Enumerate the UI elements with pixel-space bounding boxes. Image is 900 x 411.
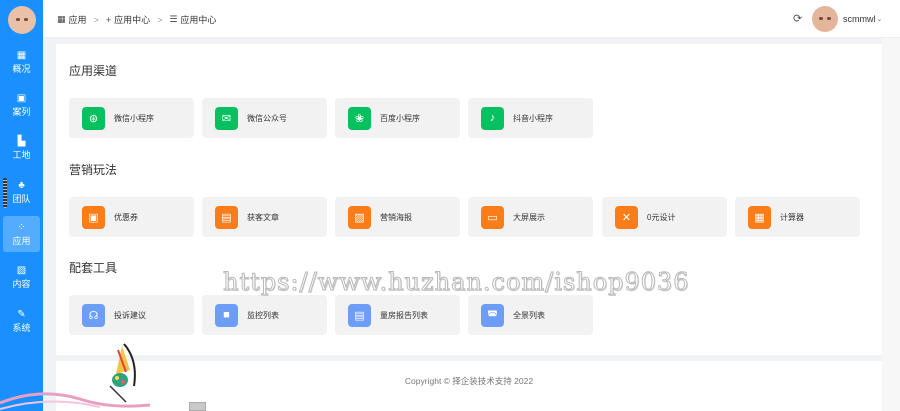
sidebar-item[interactable]: ⁘ 应用 (3, 216, 40, 252)
avatar[interactable] (812, 6, 838, 32)
app-card[interactable]: ▭ 大屏展示 (468, 197, 593, 237)
sidebar-item[interactable]: ▨ 内容 (0, 259, 43, 295)
video-camera-icon: ■ (215, 303, 238, 327)
building-icon: ▙ (17, 135, 26, 147)
wechat-miniprogram-icon: ⊛ (82, 106, 105, 130)
sidebar-item[interactable]: ▙ 工地 (0, 130, 43, 166)
section-title: 应用渠道 (69, 64, 118, 78)
breadcrumb-item[interactable]: ▦ 应用 (57, 13, 87, 26)
app-card-label: 抖音小程序 (513, 113, 553, 123)
user-menu[interactable]: scmmwl ⌄ (812, 6, 882, 32)
footer-area: Copyright © 择企装技术支持 2022 (56, 361, 882, 411)
tiktok-icon: ♪ (481, 106, 504, 130)
app-card-label: 百度小程序 (380, 113, 420, 123)
app-card[interactable]: ▣ 优惠券 (69, 197, 194, 237)
app-card-label: 优惠券 (114, 212, 138, 222)
coupon-icon: ▣ (82, 205, 105, 229)
baidu-paw-icon: ❀ (348, 106, 371, 130)
sidebar-item-label: 案列 (12, 106, 31, 117)
breadcrumb-item[interactable]: + 应用中心 (106, 13, 150, 26)
wechat-icon: ✉ (215, 106, 238, 130)
list-icon: ☰ (169, 14, 178, 24)
avatar-eye (16, 18, 20, 21)
app-card[interactable]: ▤ 获客文章 (202, 197, 327, 237)
drag-handle[interactable] (3, 178, 7, 208)
breadcrumb-label: 应用中心 (114, 15, 151, 25)
sidebar-item[interactable]: ✎ 系统 (0, 303, 43, 339)
sidebar-item[interactable]: ▣ 案列 (0, 87, 43, 123)
chevron-down-icon[interactable]: ⌄ (877, 15, 883, 23)
footer-copyright: Copyright © 择企装技术支持 2022 (404, 376, 534, 386)
article-icon: ▤ (215, 205, 238, 229)
sidebar-item[interactable]: ▦ 概况 (0, 44, 43, 80)
app-card-label: 计算器 (780, 212, 804, 222)
scrollbar-track[interactable] (882, 38, 900, 411)
app-card[interactable]: ♪ 抖音小程序 (468, 98, 593, 138)
team-icon: ♣ (18, 179, 25, 191)
design-tools-icon: ✕ (615, 205, 638, 229)
briefcase-icon: ▣ (16, 92, 27, 104)
app-card[interactable]: ☊ 投诉建议 (69, 295, 194, 335)
app-card[interactable]: ✉ 微信公众号 (202, 98, 327, 138)
app-card[interactable]: ▨ 营销海报 (335, 197, 460, 237)
app-card-label: 监控列表 (247, 310, 279, 320)
app-card[interactable]: ◚ 全景列表 (468, 295, 593, 335)
section-title: 配套工具 (69, 261, 118, 275)
app-card-label: 营销海报 (380, 212, 412, 222)
breadcrumb-label: 应用 (68, 15, 87, 25)
app-card[interactable]: ❀ 百度小程序 (335, 98, 460, 138)
app-card[interactable]: ▦ 计算器 (735, 197, 860, 237)
sidebar: ▦ 概况 ▣ 案列 ▙ 工地 ♣ 团队 ⁘ 应用 ▨ 内容 ✎ 系统 (0, 0, 43, 411)
app-card[interactable]: ✕ 0元设计 (602, 197, 727, 237)
image-icon: ▨ (16, 264, 27, 276)
app-card-label: 0元设计 (647, 212, 676, 222)
app-card-label: 微信小程序 (114, 113, 154, 123)
headset-icon: ☊ (82, 303, 105, 327)
apps-icon: ⁘ (17, 221, 26, 233)
sidebar-item-label: 应用 (12, 235, 31, 246)
app-card-label: 全景列表 (513, 310, 545, 320)
breadcrumb-label: 应用中心 (180, 15, 217, 25)
top-bar: ▦ 应用 > + 应用中心 > ☰ 应用中心 ⟳ scmmwl ⌄ (43, 0, 900, 38)
avatar-eye (827, 17, 831, 20)
grid-icon: ▦ (57, 14, 66, 24)
breadcrumb: ▦ 应用 > + 应用中心 > ☰ 应用中心 (57, 13, 216, 26)
app-card[interactable]: ⊛ 微信小程序 (69, 98, 194, 138)
breadcrumb-item[interactable]: ☰ 应用中心 (169, 13, 216, 26)
breadcrumb-separator: > (157, 14, 163, 25)
app-card-label: 大屏展示 (513, 212, 545, 222)
breadcrumb-separator: > (93, 14, 99, 25)
sidebar-item-label: 团队 (12, 193, 31, 204)
sidebar-avatar[interactable] (8, 6, 36, 34)
app-card-label: 微信公众号 (247, 113, 287, 123)
sidebar-item-label: 工地 (12, 149, 31, 160)
avatar-eye (819, 17, 823, 20)
sidebar-item-label: 概况 (12, 63, 31, 74)
watermark-text: https://www.huzhan.com/ishop9036 (223, 268, 690, 297)
poster-icon: ▨ (348, 205, 371, 229)
sidebar-item-label: 内容 (12, 278, 31, 289)
app-card-label: 投诉建议 (114, 310, 146, 320)
monitor-icon: ▭ (481, 205, 504, 229)
app-card[interactable]: ■ 监控列表 (202, 295, 327, 335)
panorama-icon: ◚ (481, 303, 504, 327)
calculator-icon: ▦ (748, 205, 771, 229)
section-title: 营销玩法 (69, 163, 118, 177)
refresh-icon[interactable]: ⟳ (793, 12, 802, 25)
mascot-illustration (109, 343, 136, 403)
app-card-label: 量房报告列表 (380, 310, 428, 320)
username[interactable]: scmmwl (843, 14, 876, 24)
report-icon: ▤ (348, 303, 371, 327)
plus-icon: + (105, 14, 112, 25)
paperclip-icon: ✎ (17, 308, 26, 320)
grid-icon: ▦ (16, 49, 27, 61)
avatar-eye (24, 18, 28, 21)
sidebar-item-label: 系统 (12, 322, 31, 333)
app-card[interactable]: ▤ 量房报告列表 (335, 295, 460, 335)
app-center-panel: 应用渠道 ⊛ 微信小程序 ✉ 微信公众号 ❀ 百度小程序 ♪ 抖音小程序营销玩法 ▣ 优惠券 ▤ 获客文… (56, 44, 882, 355)
app-card-label: 获客文章 (247, 212, 279, 222)
collapse-tab[interactable] (189, 402, 206, 411)
